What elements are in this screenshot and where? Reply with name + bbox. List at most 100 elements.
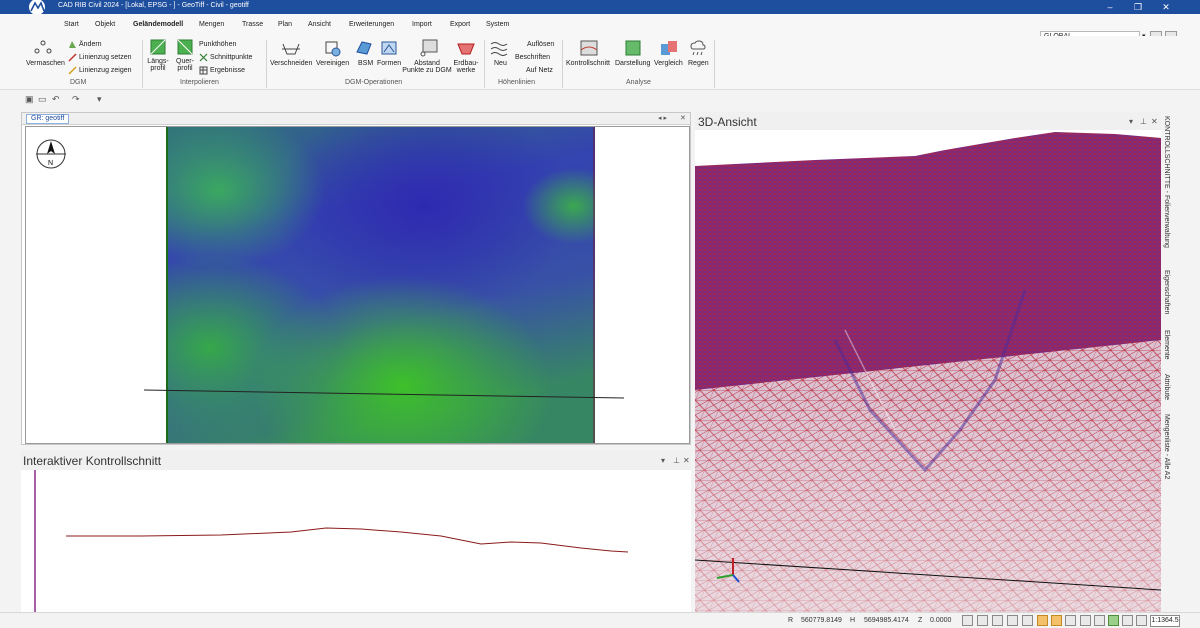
formen-button[interactable]: Formen [377,60,401,67]
auf-netz-button[interactable]: Auf Netz [526,67,553,74]
hoehenlinien-neu-button[interactable]: Neu [494,60,507,67]
minimize-button[interactable]: – [1098,1,1122,13]
redo-icon[interactable]: ↷ [72,94,80,105]
vermaschen-button[interactable]: Vermaschen [26,60,65,67]
kontrollschnitt-pane: Interaktiver Kontrollschnitt ▾ ⊥ ✕ [21,450,691,612]
print-preview-icon[interactable] [1051,615,1062,626]
kontrollschnitt-icon [580,40,598,56]
tab-gelaendemodell[interactable]: Geländemodell [133,21,183,28]
group-label-dgm-operationen: DGM-Operationen [345,79,403,86]
pane-menu-icon[interactable]: ▾ [661,456,665,465]
bsm-icon [356,41,372,55]
pin-icon[interactable]: ⊥ [673,456,680,465]
abstand-label-1: Abstand [414,60,440,67]
querprofil-button[interactable]: Quer-profil [173,58,197,72]
grundriss-canvas[interactable]: N [25,126,690,444]
sidebar-item-folienverwaltung[interactable]: KONTROLLSCHNITTE - Folienverwaltung [1163,116,1170,248]
tab-ansicht[interactable]: Ansicht [308,21,331,28]
vereinigen-icon [325,41,341,57]
north-label: N [48,160,53,167]
vergleich-icon [661,41,677,55]
view-icon[interactable] [1108,615,1119,626]
customize-icon[interactable]: ▾ [97,94,102,105]
group-separator [562,40,563,88]
group-label-hoehenlinien: Höhenlinien [498,79,535,86]
sidebar-item-eigenschaften[interactable]: Eigenschaften [1163,270,1170,314]
linienzug-setzen-icon [68,53,77,62]
tab-erweiterungen[interactable]: Erweiterungen [349,21,394,28]
tab-start[interactable]: Start [64,21,79,28]
pin-icon[interactable]: ⊥ [1140,117,1147,126]
save-icon[interactable]: ▣ [25,94,34,105]
sidebar-item-attribute[interactable]: Attribute [1163,374,1170,400]
aendern-icon [69,41,76,48]
querprofil-icon [177,39,193,55]
close-button[interactable]: ✕ [1154,1,1178,13]
profile-canvas[interactable] [21,470,691,612]
ortho-icon[interactable] [992,615,1003,626]
verschneiden-button[interactable]: Verschneiden [270,60,312,67]
units-icon[interactable] [1065,615,1076,626]
close-icon[interactable]: ✕ [680,114,686,122]
quick-access-toolbar: ▣ ▭ ↶ ↷ ▾ [0,90,1200,110]
layout-icon[interactable] [1136,615,1147,626]
linienzug-setzen-button[interactable]: Linienzug setzen [79,54,132,61]
scale-field[interactable]: 1:1364.5 [1150,615,1180,627]
draw-icon[interactable] [1094,615,1105,626]
vermaschen-icon [34,40,52,54]
3d-canvas[interactable] [695,130,1161,612]
regen-icon [690,40,706,56]
tab-trasse[interactable]: Trasse [242,21,263,28]
schnittpunkte-button[interactable]: Schnittpunkte [210,54,252,61]
tab-import[interactable]: Import [412,21,432,28]
z-value: 0.0000 [930,617,952,624]
tab-system[interactable]: System [486,21,509,28]
abstand-icon [420,39,438,57]
measure-icon[interactable] [1080,615,1091,626]
ergebnisse-button[interactable]: Ergebnisse [210,67,245,74]
snap-icon[interactable] [962,615,973,626]
sidebar-item-elemente[interactable]: Elemente [1163,330,1170,360]
grid-icon[interactable] [977,615,988,626]
sidebar-item-mengenliste[interactable]: Mengenliste - Alle A2 [1163,414,1170,479]
h-value: 5694985.4174 [864,617,909,624]
kontrollschnitt-button[interactable]: Kontrollschnitt [566,60,610,67]
regen-button[interactable]: Regen [688,60,709,67]
pane-menu-icon[interactable]: ▾ [1129,117,1133,126]
osnap-icon[interactable] [1022,615,1033,626]
tab-objekt[interactable]: Objekt [95,21,115,28]
close-icon[interactable]: ✕ [1151,117,1158,126]
abstand-punkte-button[interactable]: Abstand Punkte zu DGM [402,60,452,74]
group-label-dgm: DGM [70,79,87,86]
h-label: H [850,617,856,624]
hoehenlinien-neu-icon [490,42,508,56]
tab-mengen[interactable]: Mengen [199,21,224,28]
laengsprofil-icon [150,39,166,55]
laengsprofil-button[interactable]: Längs-profil [146,58,170,72]
z-label: Z [918,617,923,624]
tab-gr-geotiff[interactable]: GR: geotiff [26,114,70,124]
punkthoehen-button[interactable]: Punkthöhen [199,41,236,48]
querprofil-label-2: profil [177,65,193,72]
undo-icon[interactable]: ↶ [52,94,60,105]
tab-scroll-icon[interactable]: ◂ ▸ [658,114,667,122]
bsm-button[interactable]: BSM [358,60,373,67]
vereinigen-button[interactable]: Vereinigen [316,60,349,67]
tab-export[interactable]: Export [450,21,470,28]
aendern-button[interactable]: Ändern [79,41,102,48]
vergleich-button[interactable]: Vergleich [654,60,683,67]
aufloesen-button[interactable]: Auflösen [527,41,554,48]
schnittpunkte-icon [199,53,208,62]
terrain-profile-line [66,527,629,553]
darstellung-button[interactable]: Darstellung [615,60,650,67]
beschriften-button[interactable]: Beschriften [515,54,550,61]
polar-icon[interactable] [1007,615,1018,626]
open-icon[interactable]: ▭ [38,94,47,105]
linienzug-zeigen-button[interactable]: Linienzug zeigen [79,67,132,74]
close-icon[interactable]: ✕ [683,456,690,465]
restore-button[interactable]: ❐ [1126,1,1150,13]
erdbauwerke-button[interactable]: Erdbau-werke [452,60,480,74]
layer-icon[interactable] [1037,615,1048,626]
raster-icon[interactable] [1122,615,1133,626]
tab-plan[interactable]: Plan [278,21,292,28]
